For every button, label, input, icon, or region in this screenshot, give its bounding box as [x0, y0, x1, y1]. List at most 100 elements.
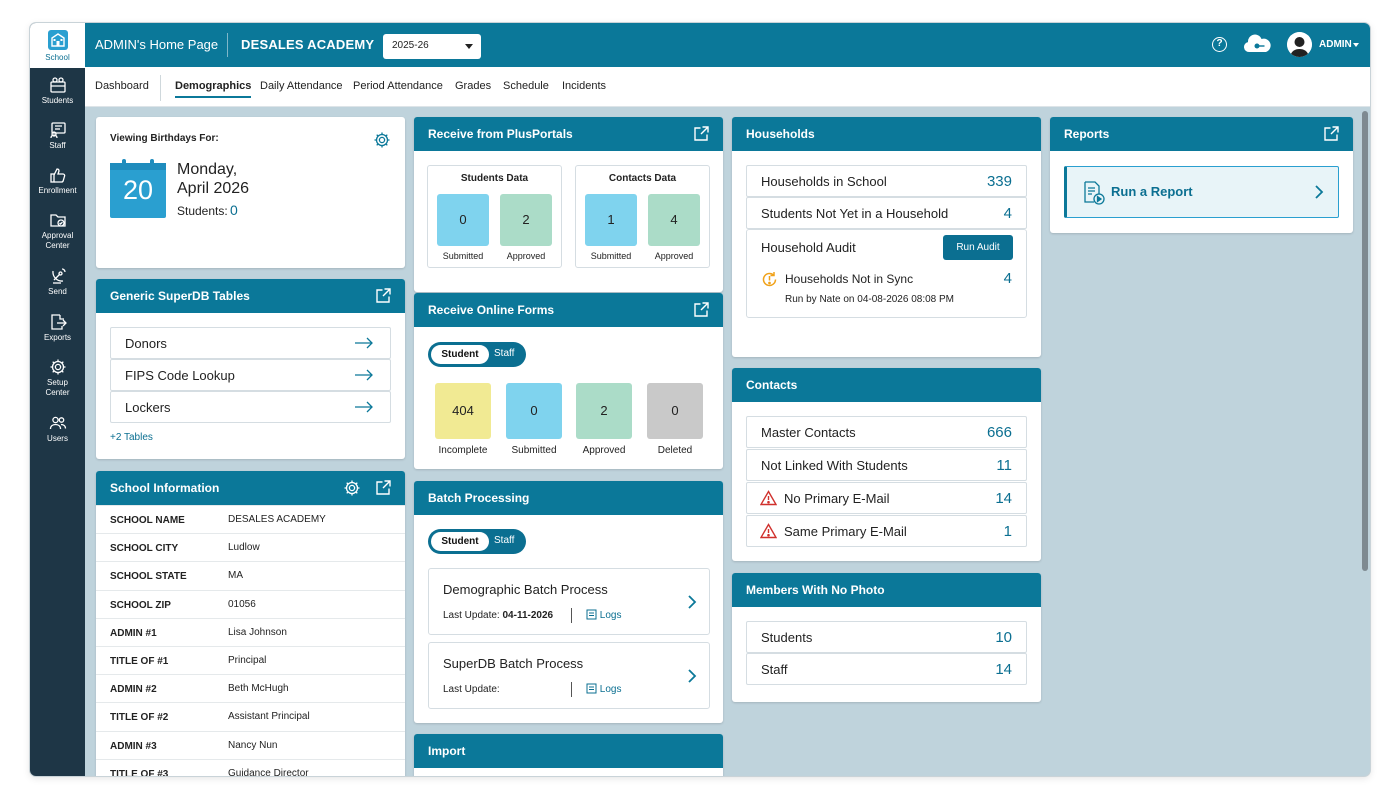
users-icon — [30, 414, 85, 432]
superdb-item[interactable]: Lockers — [110, 391, 391, 423]
external-link-icon[interactable] — [694, 302, 709, 320]
school-info-row: TITLE OF #2 Assistant Principal — [96, 702, 405, 730]
rail-label: School — [45, 53, 70, 62]
superdb-item[interactable]: Donors — [110, 327, 391, 359]
tab-grades[interactable]: Grades — [455, 80, 491, 92]
help-icon[interactable]: ? — [1212, 37, 1227, 52]
staff-icon — [30, 121, 85, 139]
students-icon — [30, 76, 85, 94]
tile-label: Approved — [582, 445, 626, 456]
approved-tile[interactable]: 2 — [500, 194, 552, 246]
external-link-icon[interactable] — [694, 126, 709, 144]
student-staff-toggle[interactable]: Student Staff — [428, 529, 526, 554]
submitted-tile[interactable]: 1 — [585, 194, 637, 246]
card-title: School Information — [110, 481, 220, 495]
rail-item-exports[interactable]: Exports — [30, 313, 85, 343]
rail-item-send[interactable]: Send — [30, 267, 85, 297]
satellite-icon — [30, 267, 85, 285]
contact-row[interactable]: Not Linked With Students 11 — [746, 449, 1027, 481]
info-value: Nancy Nun — [228, 739, 278, 751]
contact-row[interactable]: Same Primary E-Mail 1 — [746, 515, 1027, 547]
toggle-student[interactable]: Student — [431, 345, 489, 364]
tile-label: Submitted — [442, 251, 484, 261]
tab-schedule[interactable]: Schedule — [503, 80, 549, 92]
reports-card: Reports Run a Report — [1050, 117, 1353, 233]
school-info-row: SCHOOL ZIP 01056 — [96, 589, 405, 618]
tab-daily-attendance[interactable]: Daily Attendance — [260, 80, 343, 92]
batch-item[interactable]: SuperDB Batch Process Last Update: Logs — [428, 642, 710, 709]
rail-item-staff[interactable]: Staff — [30, 121, 85, 151]
incomplete-tile[interactable]: 404 — [435, 383, 491, 439]
external-link-icon[interactable] — [1324, 126, 1339, 144]
import-card: Import — [414, 734, 723, 776]
user-menu[interactable]: ADMIN — [1319, 39, 1352, 50]
row-value: 1 — [1003, 523, 1012, 540]
row-value: 339 — [986, 173, 1012, 190]
gear-icon[interactable] — [373, 131, 391, 154]
chevron-down-icon[interactable] — [1353, 43, 1359, 47]
card-header: Members With No Photo — [732, 573, 1041, 607]
thumbs-up-icon — [30, 166, 85, 184]
logs-label: Logs — [599, 610, 622, 621]
run-report-button[interactable]: Run a Report — [1064, 166, 1339, 218]
submitted-tile[interactable]: 0 — [506, 383, 562, 439]
gear-icon[interactable] — [343, 479, 361, 500]
more-tables-link[interactable]: +2 Tables — [110, 432, 153, 443]
external-link-icon[interactable] — [376, 480, 391, 498]
avatar[interactable] — [1287, 32, 1312, 57]
report-icon — [1084, 181, 1105, 205]
scrollbar[interactable] — [1362, 111, 1368, 571]
birthday-date-line1: Monday, — [177, 161, 238, 178]
run-by: Run by Nate on 04-08-2026 08:08 PM — [785, 294, 954, 305]
rail-item-users[interactable]: Users — [30, 414, 85, 444]
household-row[interactable]: Households in School 339 — [746, 165, 1027, 197]
toggle-staff[interactable]: Staff — [494, 348, 514, 359]
rail-item-approval-center[interactable]: Approval Center — [30, 211, 85, 251]
household-audit-box: Household Audit Run Audit Households Not… — [746, 229, 1027, 318]
box-title: Students Data — [460, 173, 529, 184]
contact-row[interactable]: No Primary E-Mail 14 — [746, 482, 1027, 514]
student-staff-toggle[interactable]: Student Staff — [428, 342, 526, 367]
deleted-tile[interactable]: 0 — [647, 383, 703, 439]
card-header: Receive Online Forms — [414, 293, 723, 327]
tile-label: Submitted — [511, 445, 557, 456]
chevron-right-icon — [688, 595, 697, 609]
approved-tile[interactable]: 4 — [648, 194, 700, 246]
school-info-row: SCHOOL NAME DESALES ACADEMY — [96, 505, 405, 533]
rail-item-school[interactable]: School — [30, 23, 85, 68]
year-select[interactable]: 2025-26 — [383, 34, 481, 59]
rail-label: Center — [45, 388, 70, 397]
toggle-student[interactable]: Student — [431, 532, 489, 551]
tab-period-attendance[interactable]: Period Attendance — [353, 80, 443, 92]
logs-link[interactable]: Logs — [586, 609, 621, 621]
contact-row[interactable]: Master Contacts 666 — [746, 416, 1027, 448]
no-photo-row[interactable]: Students 10 — [746, 621, 1027, 653]
tab-dashboard[interactable]: Dashboard — [95, 80, 149, 92]
folder-check-icon — [30, 211, 85, 229]
students-count[interactable]: 0 — [230, 202, 238, 218]
superdb-item[interactable]: FIPS Code Lookup — [110, 359, 391, 391]
tab-demographics[interactable]: Demographics — [175, 80, 252, 98]
card-header: Reports — [1050, 117, 1353, 151]
row-label: Master Contacts — [761, 425, 856, 440]
external-link-icon[interactable] — [376, 288, 391, 306]
rail-item-students[interactable]: Students — [30, 76, 85, 106]
no-photo-row[interactable]: Staff 14 — [746, 653, 1027, 685]
approved-tile[interactable]: 2 — [576, 383, 632, 439]
submitted-tile[interactable]: 0 — [437, 194, 489, 246]
batch-item[interactable]: Demographic Batch Process Last Update: 0… — [428, 568, 710, 635]
run-audit-button[interactable]: Run Audit — [943, 235, 1013, 260]
sync-value[interactable]: 4 — [1004, 270, 1012, 287]
students-data-box: Students Data 0 2 Submitted Approved — [427, 165, 562, 268]
cloud-icon[interactable] — [1242, 34, 1272, 59]
household-row[interactable]: Students Not Yet in a Household 4 — [746, 197, 1027, 229]
logs-link[interactable]: Logs — [586, 683, 621, 695]
rail-item-setup-center[interactable]: Setup Center — [30, 358, 85, 398]
toggle-staff[interactable]: Staff — [494, 535, 514, 546]
plusportals-card: Receive from PlusPortals Students Data 0… — [414, 117, 723, 292]
tab-incidents[interactable]: Incidents — [562, 80, 606, 92]
card-title: Batch Processing — [428, 491, 530, 505]
row-value: 4 — [1003, 205, 1012, 222]
card-header: Households — [732, 117, 1041, 151]
rail-item-enrollment[interactable]: Enrollment — [30, 166, 85, 196]
